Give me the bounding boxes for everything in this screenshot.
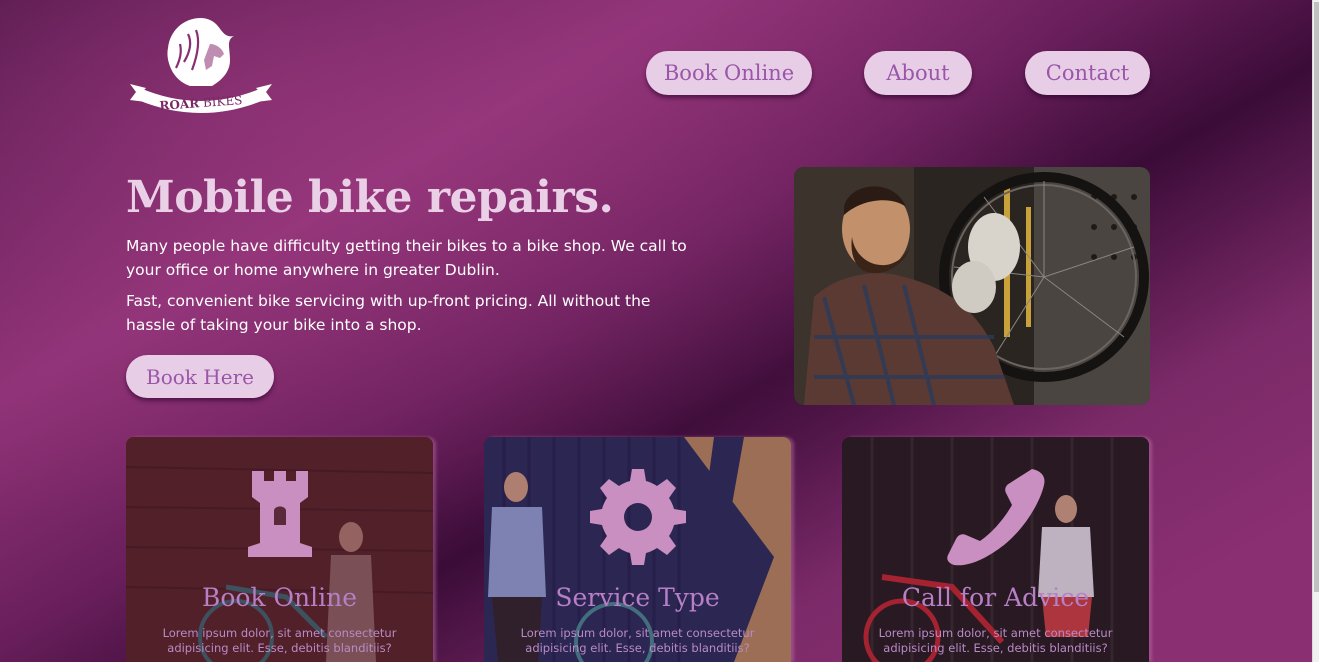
roar-bikes-logo[interactable]: ROAR BIKES xyxy=(126,14,276,116)
card-title: Call for Advice xyxy=(901,583,1090,612)
card-text: Lorem ipsum dolor, sit amet consectetur … xyxy=(162,626,397,655)
castle-tower-icon xyxy=(247,471,312,557)
card-service-type[interactable]: Service Type Lorem ipsum dolor, sit amet… xyxy=(484,437,791,662)
nav-contact-button[interactable]: Contact xyxy=(1025,51,1150,95)
card-text: Lorem ipsum dolor, sit amet consectetur … xyxy=(878,626,1113,655)
lion-head-icon: ROAR BIKES xyxy=(130,18,272,113)
mechanic-photo xyxy=(794,167,1150,405)
hero-title: Mobile bike repairs. xyxy=(126,172,614,223)
card-title: Service Type xyxy=(555,583,720,612)
nav-book-online-button[interactable]: Book Online xyxy=(646,51,812,95)
page-background: ROAR BIKES Book Online About Contact Mob… xyxy=(0,0,1312,662)
card-call-for-advice[interactable]: Call for Advice Lorem ipsum dolor, sit a… xyxy=(842,437,1149,662)
hero-paragraph-1: Many people have difficulty getting thei… xyxy=(126,237,687,279)
nav-about-button[interactable]: About xyxy=(864,51,972,95)
gear-icon xyxy=(589,469,686,565)
phone-icon xyxy=(946,469,1044,566)
hero-paragraph-2: Fast, convenient bike servicing with up-… xyxy=(126,292,651,334)
book-here-button[interactable]: Book Here xyxy=(126,355,274,398)
scrollbar-thumb[interactable] xyxy=(1314,2,1319,592)
card-text: Lorem ipsum dolor, sit amet consectetur … xyxy=(520,626,755,655)
vertical-scrollbar[interactable] xyxy=(1312,0,1319,662)
card-book-online[interactable]: Book Online Lorem ipsum dolor, sit amet … xyxy=(126,437,433,662)
card-title: Book Online xyxy=(201,583,358,612)
